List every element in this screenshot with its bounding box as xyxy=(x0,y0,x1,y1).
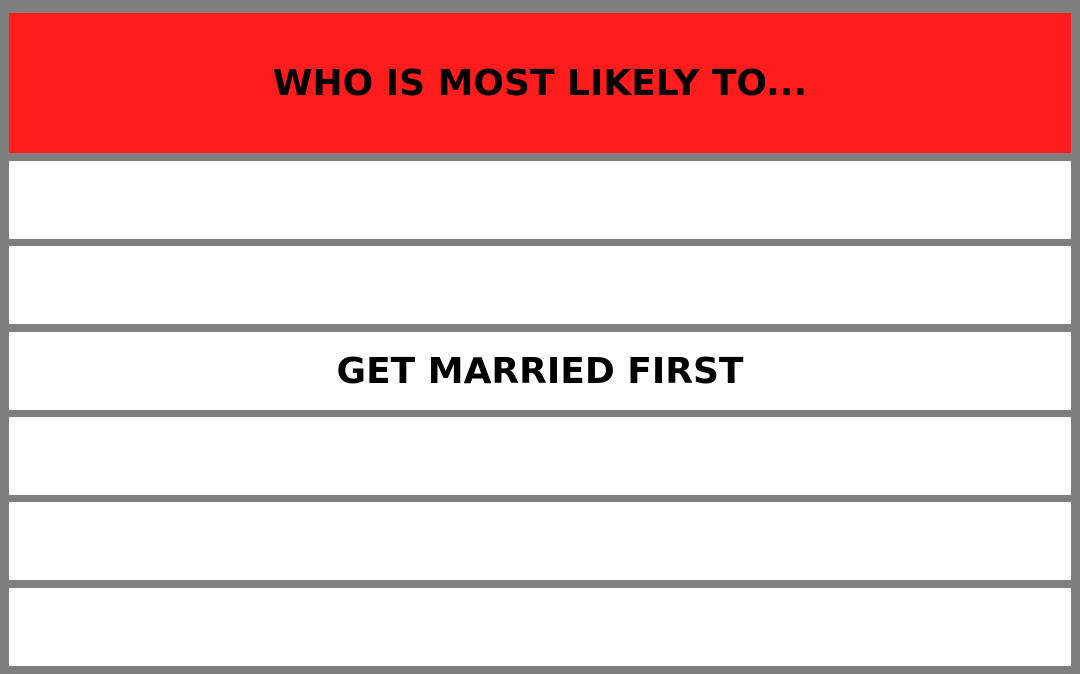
prompt-row-4 xyxy=(9,417,1071,495)
prompt-row-5 xyxy=(9,502,1071,580)
prompt-row-3: GET MARRIED FIRST xyxy=(9,332,1071,410)
prompt-row-3-label: GET MARRIED FIRST xyxy=(336,350,744,392)
card-header: WHO IS MOST LIKELY TO... xyxy=(9,13,1071,153)
game-card: WHO IS MOST LIKELY TO... GET MARRIED FIR… xyxy=(0,0,1080,674)
prompt-row-2 xyxy=(9,246,1071,324)
prompt-row-1 xyxy=(9,161,1071,239)
prompt-row-6 xyxy=(9,588,1071,666)
card-title: WHO IS MOST LIKELY TO... xyxy=(272,62,808,104)
